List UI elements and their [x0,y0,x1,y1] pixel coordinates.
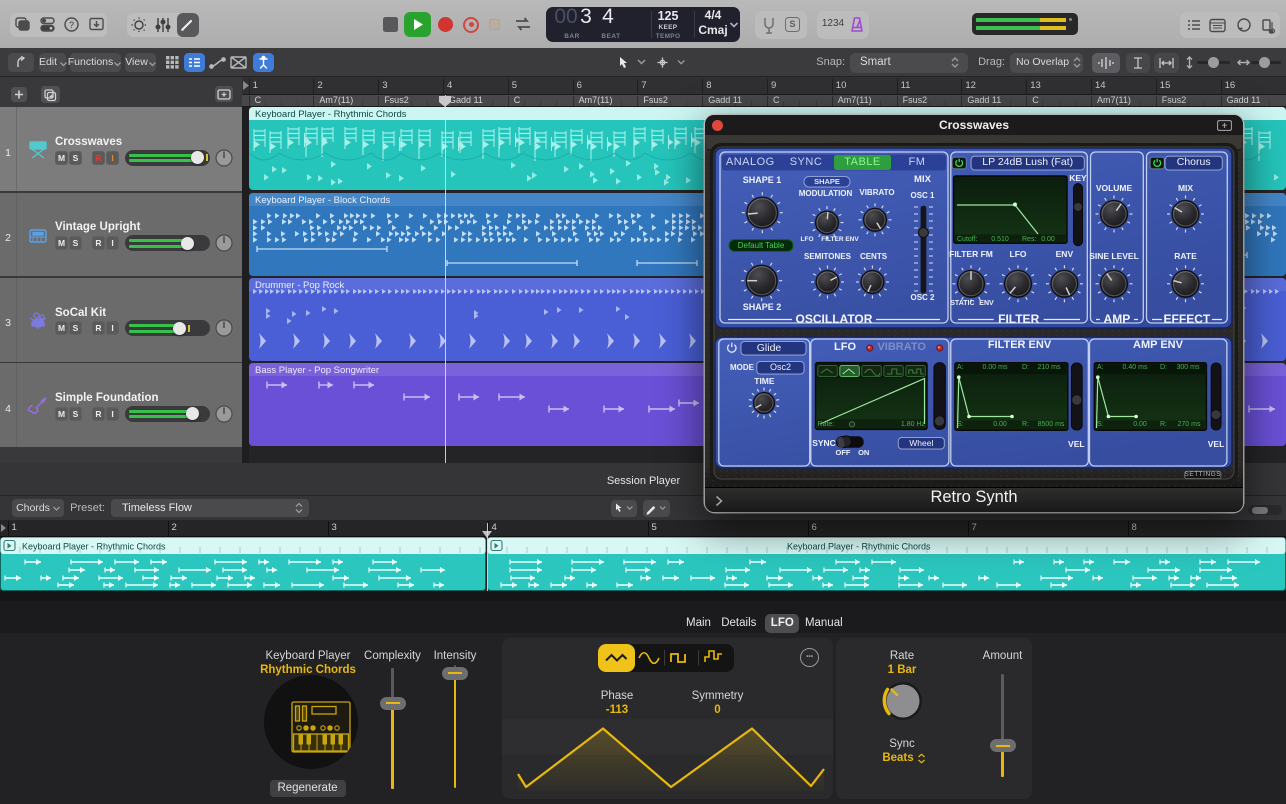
svg-text:?: ? [69,20,74,30]
svg-text:Keyboard Player - Rhythmic Cho: Keyboard Player - Rhythmic Chords [255,109,407,120]
svg-text:Drummer - Pop Rock: Drummer - Pop Rock [255,280,344,291]
svg-text:Keyboard Player - Rhythmic Cho: Keyboard Player - Rhythmic Chords [22,542,166,552]
svg-text:Keyboard Player - Rhythmic Cho: Keyboard Player - Rhythmic Chords [787,542,931,552]
svg-text:Keyboard Player - Block Chords: Keyboard Player - Block Chords [255,195,390,206]
svg-text:Bass Player - Pop Songwriter: Bass Player - Pop Songwriter [255,365,379,376]
